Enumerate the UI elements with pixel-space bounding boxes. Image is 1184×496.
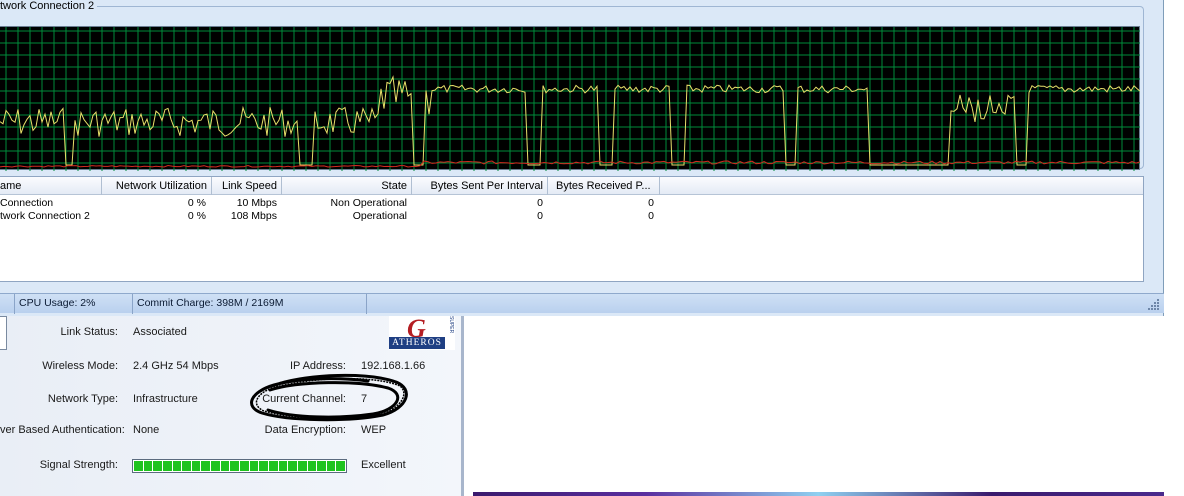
cell-link-speed: 10 Mbps	[236, 197, 277, 209]
signal-segment	[249, 461, 259, 471]
signal-segment	[326, 461, 336, 471]
cell-state: Operational	[352, 210, 407, 222]
logo-text: ATHEROS	[389, 337, 445, 349]
column-header-network-utilization[interactable]: Network Utilization	[102, 177, 212, 195]
column-header-name[interactable]: ame	[0, 177, 102, 195]
column-header-bytes-received[interactable]: Bytes Received P...	[548, 177, 660, 195]
atheros-status-panel: G ATHEROS SUPER Link Status: Associated …	[0, 316, 464, 496]
cell-bytes-received: 0	[648, 197, 654, 209]
column-header-bytes-sent[interactable]: Bytes Sent Per Interval	[412, 177, 548, 195]
signal-segment	[143, 461, 153, 471]
resize-grip-icon[interactable]	[1148, 298, 1160, 310]
network-type-label: Network Type:	[47, 393, 118, 405]
signal-segment	[201, 461, 211, 471]
background-window-edge	[473, 492, 1164, 496]
signal-segment	[230, 461, 240, 471]
adapter-list[interactable]: ame Network Utilization Link Speed State…	[0, 176, 1144, 282]
signal-strength-meter	[132, 459, 347, 473]
status-bar: CPU Usage: 2% Commit Charge: 398M / 2169…	[0, 293, 1164, 314]
cell-bytes-received: 0	[648, 210, 654, 222]
data-encryption-label: Data Encryption:	[264, 424, 346, 436]
current-channel-value: 7	[361, 393, 368, 405]
ip-address-label: IP Address:	[289, 360, 346, 372]
signal-segment	[259, 461, 268, 471]
server-authentication-value: None	[133, 424, 160, 436]
table-row[interactable]: twork Connection 2 0 % 108 Mbps Operatio…	[0, 210, 1143, 223]
network-type-value: Infrastructure	[133, 393, 198, 405]
status-empty-segment	[366, 294, 1136, 314]
network-graph-group: twork Connection 2	[0, 0, 1144, 171]
cell-utilization: 0 %	[187, 210, 206, 222]
signal-segment	[191, 461, 201, 471]
task-manager-window: twork Connection 2 ame Network Utilizati…	[0, 0, 1164, 316]
link-status-label: Link Status:	[60, 326, 118, 338]
network-utilization-graph	[0, 26, 1140, 171]
signal-segment	[172, 461, 182, 471]
cell-utilization: 0 %	[187, 197, 206, 209]
cell-name: Connection	[0, 197, 54, 209]
column-header-state[interactable]: State	[282, 177, 412, 195]
signal-segment	[268, 461, 278, 471]
cell-bytes-sent: 0	[537, 210, 543, 222]
signal-segment	[240, 461, 249, 471]
signal-segment	[288, 461, 297, 471]
link-status-value: Associated	[133, 326, 187, 338]
cpu-usage-status: CPU Usage: 2%	[14, 294, 132, 314]
current-channel-label: Current Channel:	[262, 393, 346, 405]
signal-segment	[317, 461, 326, 471]
cell-link-speed: 108 Mbps	[230, 210, 277, 222]
adapter-selector-box[interactable]	[0, 316, 7, 350]
signal-segment	[162, 461, 172, 471]
table-row[interactable]: Connection 0 % 10 Mbps Non Operational 0…	[0, 197, 1143, 210]
signal-strength-value: Excellent	[361, 459, 406, 471]
wireless-mode-label: Wireless Mode:	[42, 360, 118, 372]
cell-state: Non Operational	[330, 197, 407, 209]
signal-segment	[220, 461, 230, 471]
cell-name: twork Connection 2	[0, 210, 90, 222]
signal-segment	[297, 461, 307, 471]
list-header: ame Network Utilization Link Speed State…	[0, 177, 1143, 195]
commit-charge-status: Commit Charge: 398M / 2169M	[132, 294, 366, 314]
ip-address-value: 192.168.1.66	[361, 360, 426, 372]
atheros-logo: G ATHEROS SUPER	[389, 316, 455, 350]
graph-group-label: twork Connection 2	[0, 0, 98, 12]
signal-segment	[153, 461, 162, 471]
graph-canvas	[0, 27, 1140, 171]
data-encryption-value: WEP	[361, 424, 387, 436]
signal-segment	[336, 461, 346, 471]
signal-segment	[134, 461, 143, 471]
signal-segment	[211, 461, 220, 471]
signal-segment	[278, 461, 288, 471]
wireless-mode-value: 2.4 GHz 54 Mbps	[133, 360, 219, 372]
logo-side-text: SUPER	[448, 316, 454, 334]
signal-segment	[307, 461, 317, 471]
cell-bytes-sent: 0	[537, 197, 543, 209]
column-header-link-speed[interactable]: Link Speed	[212, 177, 282, 195]
signal-segment	[182, 461, 191, 471]
signal-strength-label: Signal Strength:	[39, 459, 118, 471]
